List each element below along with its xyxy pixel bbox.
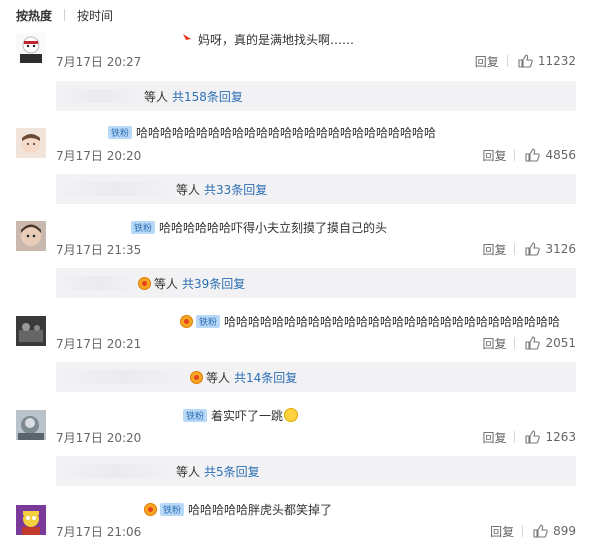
like-count: 11232	[537, 54, 576, 68]
sort-bar: 按热度 按时间	[16, 6, 113, 24]
sub-replies-link[interactable]: 共158条回复	[172, 88, 243, 105]
fan-medal-icon	[144, 502, 157, 516]
fan-badge: 铁粉	[108, 125, 133, 139]
sort-by-time-tab[interactable]: 按时间	[77, 7, 113, 24]
avatar[interactable]	[16, 33, 46, 63]
like-count: 899	[553, 524, 576, 538]
comment-text-line: 铁粉 着实吓了一跳	[183, 406, 299, 424]
comment-text-line: 铁粉 哈哈哈哈哈胖虎头都笑掉了	[144, 500, 332, 518]
action-divider	[522, 525, 524, 537]
comment-text-line: 铁粉 哈哈哈哈哈哈哈哈哈哈哈哈哈哈哈哈哈哈哈哈哈哈哈哈哈	[108, 123, 436, 141]
blurred-usernames	[56, 276, 138, 290]
reply-button[interactable]: 回复	[490, 523, 514, 540]
action-divider	[514, 337, 516, 349]
comment-text-line: 铁粉 哈哈哈哈哈哈哈哈哈哈哈哈哈哈哈哈哈哈哈哈哈哈哈哈哈哈哈哈	[180, 312, 560, 330]
like-count: 1263	[545, 430, 576, 444]
thumbs-up-icon[interactable]	[525, 336, 541, 350]
sub-replies-box[interactable]: 等人 共158条回复	[56, 81, 576, 111]
avatar[interactable]	[16, 316, 46, 346]
comment-actions: 回复 1263	[482, 428, 576, 446]
avatar[interactable]	[16, 221, 46, 251]
sub-replies-link[interactable]: 共33条回复	[204, 181, 267, 198]
action-divider	[514, 431, 516, 443]
sub-replies-box[interactable]: 等人 共14条回复	[56, 362, 576, 392]
comment-actions: 回复 3126	[482, 240, 576, 258]
comment-date: 7月17日 20:27	[56, 54, 142, 69]
sub-replies-prefix: 等人	[144, 89, 169, 104]
thumbs-up-icon[interactable]	[533, 524, 548, 538]
comment-text: 妈呀，真的是满地找头啊……	[198, 32, 355, 47]
reply-button[interactable]: 回复	[482, 335, 506, 352]
sub-replies-link[interactable]: 共39条回复	[182, 275, 245, 292]
sub-replies-link[interactable]: 共5条回复	[204, 463, 260, 480]
comment-actions: 回复 2051	[482, 334, 576, 352]
action-divider	[514, 149, 516, 161]
thumbs-up-icon[interactable]	[525, 242, 541, 256]
blurred-usernames	[56, 182, 176, 196]
like-count: 4856	[545, 148, 576, 162]
blurred-usernames	[56, 89, 144, 103]
comment-actions: 回复 4856	[482, 146, 576, 164]
reply-button[interactable]: 回复	[475, 53, 499, 70]
sub-replies-link[interactable]: 共14条回复	[234, 369, 297, 386]
blurred-usernames	[56, 370, 190, 384]
sub-replies-prefix: 等人	[176, 464, 201, 479]
vip-tag-icon	[183, 34, 191, 44]
comment-text-line: 妈呀，真的是满地找头啊……	[182, 30, 354, 48]
avatar[interactable]	[16, 505, 46, 535]
action-divider	[506, 55, 508, 67]
like-count: 2051	[545, 336, 576, 350]
sort-by-hot-tab[interactable]: 按热度	[16, 7, 52, 24]
thumbs-up-icon[interactable]	[525, 430, 541, 444]
sub-replies-prefix: 等人	[206, 370, 231, 385]
comment-actions: 回复 11232	[475, 52, 576, 70]
reply-button[interactable]: 回复	[482, 241, 506, 258]
fan-medal-icon	[180, 314, 193, 328]
comment-text-line: 铁粉 哈哈哈哈哈哈吓得小夫立刻摸了摸自己的头	[131, 218, 387, 236]
sub-replies-prefix: 等人	[176, 182, 201, 197]
fan-badge: 铁粉	[196, 314, 221, 328]
comment-text: 哈哈哈哈哈哈哈哈哈哈哈哈哈哈哈哈哈哈哈哈哈哈哈哈哈哈哈哈	[224, 314, 561, 329]
action-divider	[514, 243, 516, 255]
fan-badge: 铁粉	[160, 502, 185, 516]
comment-text: 着实吓了一跳	[211, 408, 284, 423]
sub-replies-prefix: 等人	[154, 276, 179, 291]
comment-actions: 回复 899	[490, 522, 576, 540]
comment-date: 7月17日 20:20	[56, 148, 142, 163]
comment-date: 7月17日 21:06	[56, 524, 142, 539]
sub-replies-box[interactable]: 等人 共33条回复	[56, 174, 576, 204]
comment-date: 7月17日 20:20	[56, 430, 142, 445]
comment-text: 哈哈哈哈哈哈吓得小夫立刻摸了摸自己的头	[159, 220, 388, 235]
fan-medal-icon	[190, 370, 203, 384]
reply-button[interactable]: 回复	[482, 147, 506, 164]
comment-date: 7月17日 21:35	[56, 242, 142, 257]
comment-text: 哈哈哈哈哈胖虎头都笑掉了	[188, 502, 333, 517]
fan-badge: 铁粉	[183, 408, 208, 422]
comment-text: 哈哈哈哈哈哈哈哈哈哈哈哈哈哈哈哈哈哈哈哈哈哈哈哈哈	[136, 125, 437, 140]
like-count: 3126	[545, 242, 576, 256]
sub-replies-box[interactable]: 等人 共5条回复	[56, 456, 576, 486]
sub-replies-box[interactable]: 等人 共39条回复	[56, 268, 576, 298]
comment-date: 7月17日 20:21	[56, 336, 142, 351]
blurred-usernames	[56, 464, 176, 478]
thumbs-up-icon[interactable]	[525, 148, 541, 162]
avatar[interactable]	[16, 410, 46, 440]
avatar[interactable]	[16, 128, 46, 158]
fan-medal-icon	[138, 276, 151, 290]
reply-button[interactable]: 回复	[482, 429, 506, 446]
thumbs-up-icon[interactable]	[518, 54, 533, 68]
laughing-emoji-icon	[284, 408, 299, 422]
sort-divider	[64, 9, 66, 21]
fan-badge: 铁粉	[131, 220, 156, 234]
